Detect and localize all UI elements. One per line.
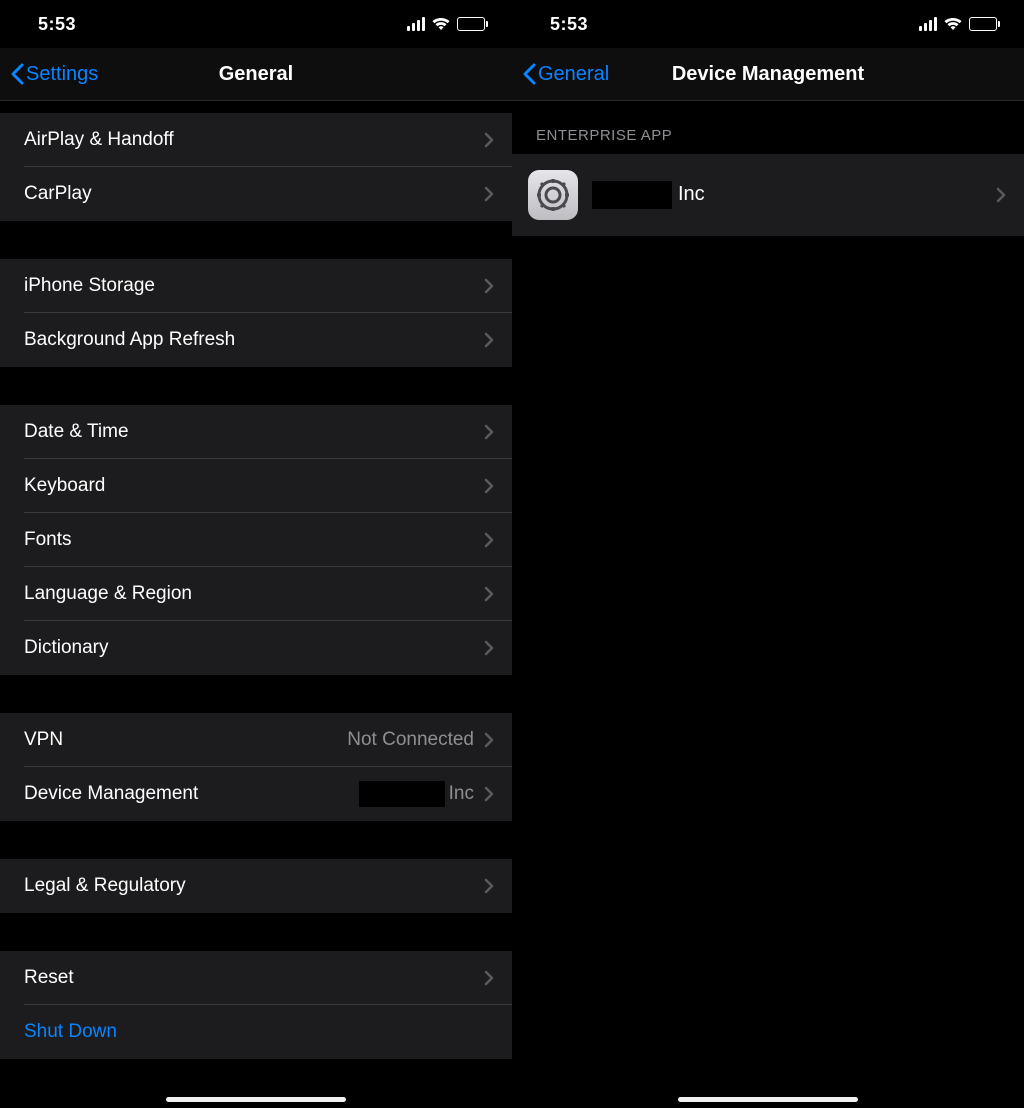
nav-bar: General Device Management — [512, 48, 1024, 100]
row-legal-regulatory[interactable]: Legal & Regulatory — [0, 859, 512, 913]
row-keyboard[interactable]: Keyboard — [0, 459, 512, 513]
row-label: VPN — [24, 729, 347, 751]
status-time: 5:53 — [550, 14, 588, 35]
back-button-settings[interactable]: Settings — [10, 48, 98, 100]
row-device-management[interactable]: Device ManagementInc — [0, 767, 512, 821]
chevron-left-icon — [10, 63, 24, 85]
chevron-right-icon — [484, 532, 494, 548]
status-time: 5:53 — [38, 14, 76, 35]
home-indicator[interactable] — [166, 1097, 346, 1102]
row-label: Fonts — [24, 529, 484, 551]
row-label: Keyboard — [24, 475, 484, 497]
back-button-general[interactable]: General — [522, 48, 609, 100]
chevron-right-icon — [484, 478, 494, 494]
row-enterprise-profile[interactable]: Inc — [512, 154, 1024, 236]
row-label: iPhone Storage — [24, 275, 484, 297]
wifi-icon — [943, 17, 963, 31]
row-reset[interactable]: Reset — [0, 951, 512, 1005]
page-title: Device Management — [672, 63, 864, 86]
row-language-region[interactable]: Language & Region — [0, 567, 512, 621]
chevron-right-icon — [996, 187, 1006, 203]
battery-icon — [969, 17, 1000, 31]
cellular-signal-icon — [919, 17, 937, 31]
row-dictionary[interactable]: Dictionary — [0, 621, 512, 675]
row-label: Date & Time — [24, 421, 484, 443]
nav-bar: Settings General — [0, 48, 512, 100]
chevron-right-icon — [484, 732, 494, 748]
row-iphone-storage[interactable]: iPhone Storage — [0, 259, 512, 313]
row-background-app-refresh[interactable]: Background App Refresh — [0, 313, 512, 367]
status-icons — [407, 17, 488, 31]
row-vpn[interactable]: VPNNot Connected — [0, 713, 512, 767]
chevron-right-icon — [484, 186, 494, 202]
row-label: Background App Refresh — [24, 329, 484, 351]
status-icons — [919, 17, 1000, 31]
chevron-right-icon — [484, 586, 494, 602]
page-title: General — [219, 63, 293, 86]
status-bar: 5:53 — [0, 0, 512, 48]
chevron-left-icon — [522, 63, 536, 85]
wifi-icon — [431, 17, 451, 31]
chevron-right-icon — [484, 640, 494, 656]
row-carplay[interactable]: CarPlay — [0, 167, 512, 221]
cellular-signal-icon — [407, 17, 425, 31]
row-value: Not Connected — [347, 729, 474, 751]
row-label: AirPlay & Handoff — [24, 129, 484, 151]
back-label: Settings — [26, 63, 98, 86]
status-bar: 5:53 — [512, 0, 1024, 48]
chevron-right-icon — [484, 278, 494, 294]
row-label: Legal & Regulatory — [24, 875, 484, 897]
profile-label: Inc — [592, 181, 705, 209]
row-label: Dictionary — [24, 637, 484, 659]
redacted-company-name — [592, 181, 672, 209]
row-date-time[interactable]: Date & Time — [0, 405, 512, 459]
screen-device-management: 5:53 General Device Management ENTERPRIS… — [512, 0, 1024, 1108]
chevron-right-icon — [484, 424, 494, 440]
screen-general: 5:53 Settings General AirPlay & Handoff C… — [0, 0, 512, 1108]
device-management-list: ENTERPRISE APP Inc — [512, 101, 1024, 1108]
battery-icon — [457, 17, 488, 31]
row-label: Shut Down — [24, 1021, 494, 1043]
profile-label-suffix: Inc — [678, 183, 705, 206]
row-fonts[interactable]: Fonts — [0, 513, 512, 567]
chevron-right-icon — [484, 332, 494, 348]
chevron-right-icon — [484, 786, 494, 802]
row-label: Language & Region — [24, 583, 484, 605]
redacted-value — [359, 781, 445, 807]
chevron-right-icon — [484, 878, 494, 894]
back-label: General — [538, 63, 609, 86]
row-label: Device Management — [24, 783, 359, 805]
row-shut-down[interactable]: Shut Down — [0, 1005, 512, 1059]
profile-gear-icon — [528, 170, 578, 220]
row-airplay-handoff[interactable]: AirPlay & Handoff — [0, 113, 512, 167]
chevron-right-icon — [484, 970, 494, 986]
settings-list[interactable]: AirPlay & Handoff CarPlay iPhone Storage Ba… — [0, 101, 512, 1108]
row-label: CarPlay — [24, 183, 484, 205]
row-value: Inc — [359, 781, 474, 807]
home-indicator[interactable] — [678, 1097, 858, 1102]
section-header-enterprise-app: ENTERPRISE APP — [512, 101, 1024, 154]
chevron-right-icon — [484, 132, 494, 148]
row-label: Reset — [24, 967, 484, 989]
